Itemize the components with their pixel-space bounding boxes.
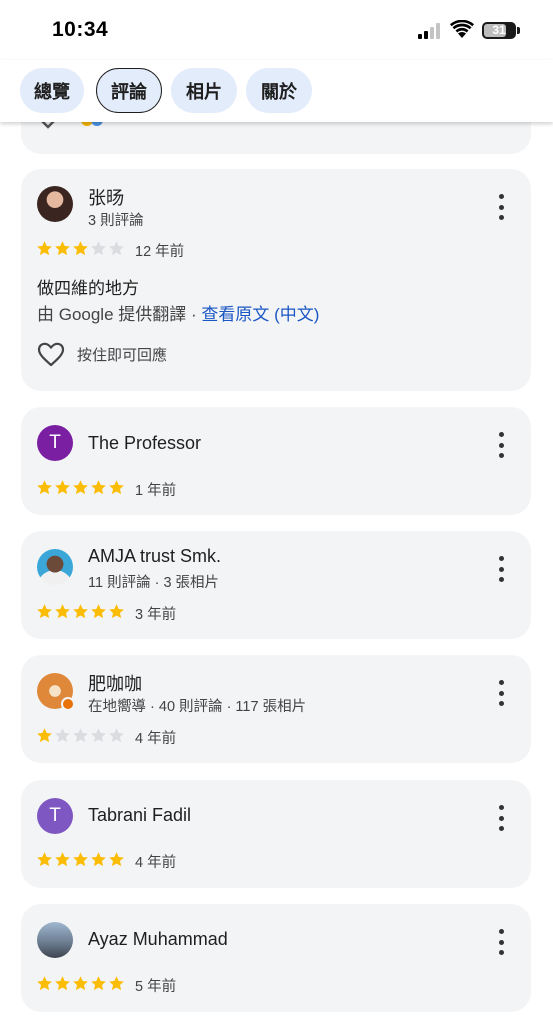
- review-date: 3 年前: [135, 607, 177, 623]
- star-empty-icon: [109, 241, 124, 256]
- translation-prefix: 由 Google 提供翻譯 ·: [37, 305, 202, 324]
- reviewer-name[interactable]: 肥咖咖: [88, 670, 142, 696]
- star-filled-icon: [73, 976, 88, 991]
- star-filled-icon: [37, 852, 52, 867]
- star-rating: [36, 975, 125, 992]
- star-filled-icon: [73, 480, 88, 495]
- more-options-button[interactable]: [491, 194, 511, 220]
- tab-bar: 總覽 評論 相片 關於: [0, 60, 553, 122]
- review-date: 12 年前: [135, 244, 185, 260]
- review-text: 做四維的地方: [37, 279, 139, 298]
- more-options-button[interactable]: [491, 556, 511, 582]
- review-card: Ayaz Muhammad 5 年前: [21, 904, 531, 1012]
- more-options-button[interactable]: [491, 805, 511, 831]
- star-filled-icon: [109, 604, 124, 619]
- star-filled-icon: [109, 976, 124, 991]
- review-card: AMJA trust Smk. 11 則評論 · 3 張相片 3 年前: [21, 531, 531, 639]
- star-filled-icon: [55, 976, 70, 991]
- review-date: 4 年前: [135, 855, 177, 871]
- star-filled-icon: [55, 480, 70, 495]
- reviewer-name[interactable]: AMJA trust Smk.: [88, 546, 221, 567]
- reviewer-name[interactable]: 张旸: [88, 184, 124, 210]
- status-bar: 10:34 31: [0, 0, 553, 60]
- star-filled-icon: [55, 241, 70, 256]
- review-date: 4 年前: [135, 731, 177, 747]
- reviewer-meta: 3 則評論: [88, 213, 144, 229]
- wifi-icon: [450, 20, 474, 38]
- star-rating: [36, 851, 125, 868]
- star-rating: [36, 727, 125, 744]
- more-options-button[interactable]: [491, 432, 511, 458]
- more-options-button[interactable]: [491, 680, 511, 706]
- heart-icon: [37, 342, 65, 367]
- tab-photos[interactable]: 相片: [171, 68, 237, 113]
- star-filled-icon: [37, 976, 52, 991]
- star-filled-icon: [37, 241, 52, 256]
- reviewer-avatar[interactable]: [37, 922, 73, 958]
- like-label: 按住即可回應: [77, 347, 168, 364]
- local-guide-badge-icon: [61, 697, 75, 711]
- review-date: 5 年前: [135, 979, 177, 995]
- star-rating: [36, 479, 125, 496]
- reviewer-name[interactable]: The Professor: [88, 433, 201, 454]
- reviewer-meta: 11 則評論 · 3 張相片: [88, 575, 220, 591]
- star-filled-icon: [109, 480, 124, 495]
- star-rating: [36, 603, 125, 620]
- review-card: 张旸 3 則評論 12 年前 做四維的地方 由 Google 提供翻譯 · 查看…: [21, 169, 531, 391]
- star-empty-icon: [55, 728, 70, 743]
- see-original-link[interactable]: 查看原文 (中文): [201, 305, 319, 324]
- star-filled-icon: [37, 480, 52, 495]
- cellular-signal-icon: [418, 23, 440, 39]
- like-button[interactable]: 按住即可回應: [37, 342, 167, 367]
- tab-overview[interactable]: 總覽: [20, 68, 84, 113]
- review-card: T The Professor 1 年前: [21, 407, 531, 515]
- star-filled-icon: [91, 976, 106, 991]
- star-filled-icon: [55, 852, 70, 867]
- star-filled-icon: [37, 728, 52, 743]
- review-date: 1 年前: [135, 483, 177, 499]
- reviewer-avatar[interactable]: T: [37, 425, 73, 461]
- star-filled-icon: [55, 604, 70, 619]
- star-filled-icon: [91, 480, 106, 495]
- battery-level: 31: [492, 23, 506, 37]
- star-filled-icon: [37, 604, 52, 619]
- star-filled-icon: [109, 852, 124, 867]
- reviewer-name[interactable]: Tabrani Fadil: [88, 805, 191, 826]
- review-card: 肥咖咖 在地嚮導 · 40 則評論 · 117 張相片 4 年前: [21, 655, 531, 763]
- star-filled-icon: [91, 852, 106, 867]
- reviewer-avatar[interactable]: [37, 673, 75, 711]
- star-filled-icon: [73, 241, 88, 256]
- star-empty-icon: [109, 728, 124, 743]
- star-empty-icon: [91, 241, 106, 256]
- battery-icon: 31: [482, 22, 520, 39]
- reviewer-meta: 在地嚮導 · 40 則評論 · 117 張相片: [88, 699, 307, 715]
- reviewer-avatar[interactable]: [37, 549, 73, 585]
- star-filled-icon: [91, 604, 106, 619]
- star-filled-icon: [73, 604, 88, 619]
- review-card: T Tabrani Fadil 4 年前: [21, 780, 531, 888]
- status-time: 10:34: [52, 18, 109, 41]
- star-empty-icon: [73, 728, 88, 743]
- translation-note: 由 Google 提供翻譯 · 查看原文 (中文): [37, 300, 319, 325]
- reviewer-name[interactable]: Ayaz Muhammad: [88, 929, 228, 950]
- star-empty-icon: [91, 728, 106, 743]
- star-rating: [36, 240, 125, 257]
- more-options-button[interactable]: [491, 929, 511, 955]
- star-filled-icon: [73, 852, 88, 867]
- tab-about[interactable]: 關於: [246, 68, 312, 113]
- tab-reviews[interactable]: 評論: [96, 68, 162, 113]
- reviewer-avatar[interactable]: T: [37, 798, 73, 834]
- reviewer-avatar[interactable]: [37, 186, 73, 222]
